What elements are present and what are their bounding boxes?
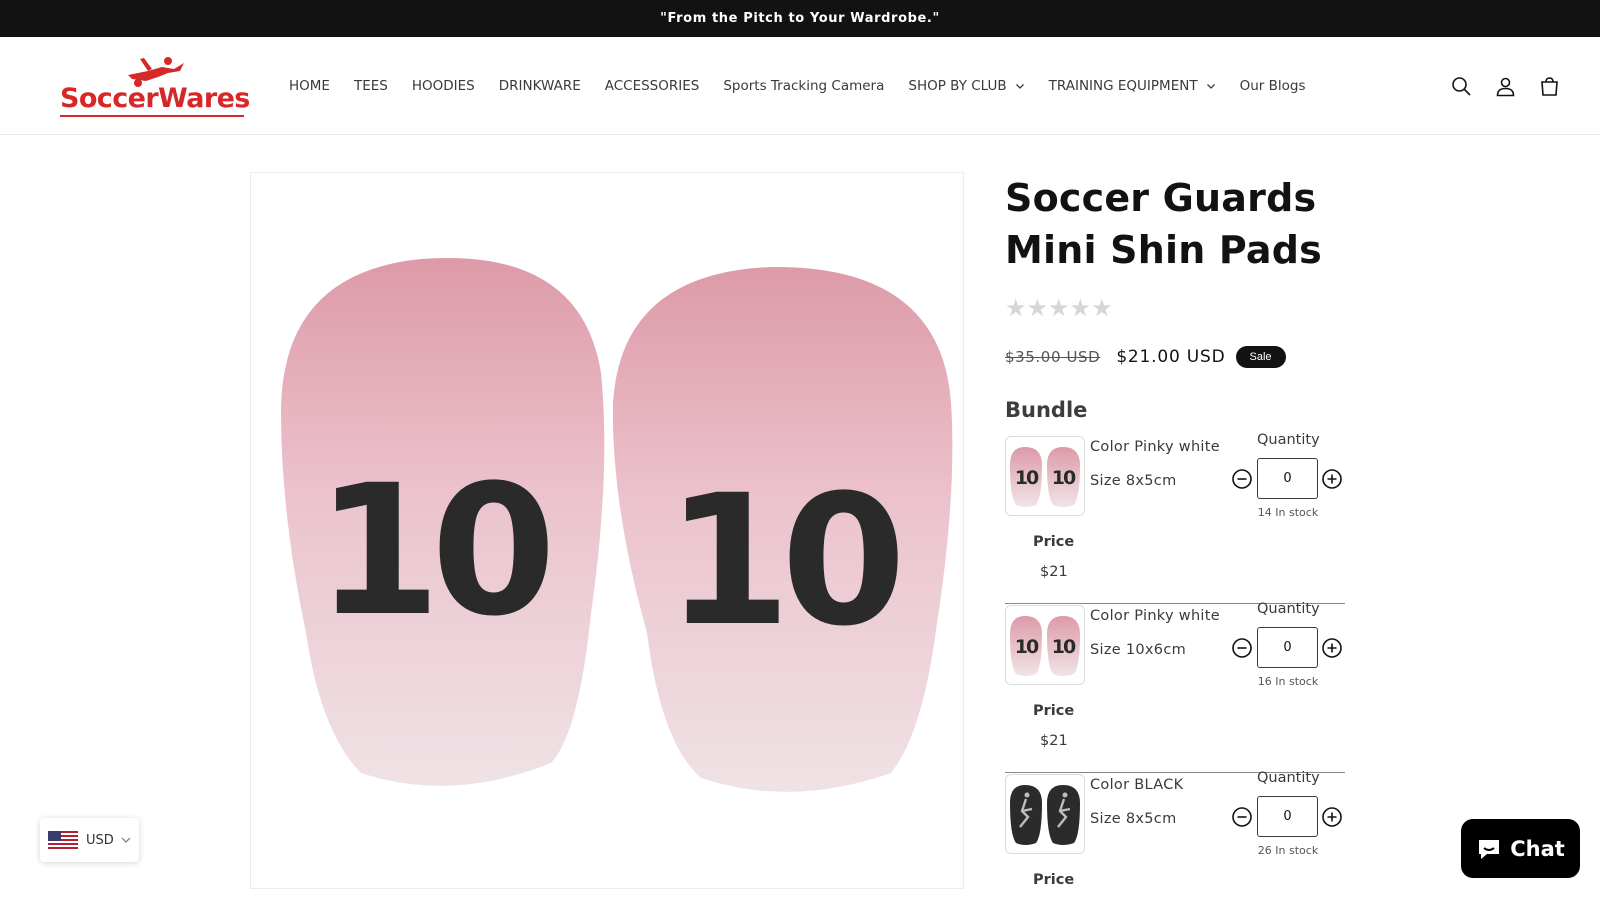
chevron-down-icon — [1015, 84, 1024, 89]
bundle-color: Color BLACK — [1090, 777, 1184, 793]
nav-item-shop-by-club[interactable]: SHOP BY CLUB — [908, 78, 1024, 94]
nav-item-label: DRINKWARE — [498, 78, 581, 94]
quantity-input[interactable] — [1257, 627, 1318, 668]
chevron-down-icon — [1206, 84, 1215, 89]
currency-code: USD — [86, 832, 114, 848]
nav-item-label: ACCESSORIES — [604, 78, 700, 94]
nav-item-accessories[interactable]: ACCESSORIES — [605, 78, 700, 94]
search-icon[interactable] — [1450, 75, 1472, 97]
quantity-input[interactable] — [1257, 796, 1318, 837]
logo-text: SoccerWares — [60, 83, 250, 114]
bundle-price: $21 — [1040, 733, 1068, 749]
sale-badge: Sale — [1235, 346, 1286, 368]
rating-stars[interactable]: ★★★★★ — [1005, 294, 1345, 324]
chat-bubble-icon — [1479, 839, 1500, 859]
nav-item-our-blogs[interactable]: Our Blogs — [1240, 78, 1306, 94]
nav-item-label: HOME — [289, 78, 330, 94]
nav-item-label: TRAINING EQUIPMENT — [1048, 78, 1198, 94]
bundle-item: 10 10 Color Pinky white Size 10x6cm Quan… — [1005, 601, 1345, 773]
stock-count: 26 In stock — [1257, 844, 1319, 857]
site-header: SoccerWares HOME TEES HOODIES DRINKWARE … — [0, 37, 1600, 135]
shin-pad-right-number: 10 — [666, 457, 898, 666]
thumbnail-number: 10 — [1052, 636, 1076, 658]
stock-count: 16 In stock — [1257, 675, 1319, 688]
price-original: $35.00 USD — [1005, 348, 1101, 366]
quantity-input[interactable] — [1257, 458, 1318, 499]
price-label: Price — [1033, 534, 1075, 550]
minus-circle-icon[interactable] — [1231, 468, 1253, 490]
bundle-thumbnail — [1005, 774, 1085, 854]
shin-pads-image: 10 10 — [281, 257, 953, 792]
cart-icon[interactable] — [1538, 75, 1560, 97]
bundle-color: Color Pinky white — [1090, 439, 1220, 455]
stock-count: 14 In stock — [1257, 506, 1319, 519]
bundle-thumbnail: 10 10 — [1005, 436, 1085, 516]
nav-item-label: TEES — [353, 78, 388, 94]
nav-item-home[interactable]: HOME — [289, 78, 330, 94]
plus-circle-icon[interactable] — [1321, 806, 1343, 828]
thumbnail-number: 10 — [1015, 636, 1039, 658]
plus-circle-icon[interactable] — [1321, 637, 1343, 659]
nav-item-drinkware[interactable]: DRINKWARE — [499, 78, 581, 94]
price-label: Price — [1033, 872, 1075, 888]
nav-item-label: SHOP BY CLUB — [908, 78, 1007, 94]
chat-label: Chat — [1510, 836, 1565, 861]
star-icon: ★ — [1091, 295, 1113, 322]
announcement-text: "From the Pitch to Your Wardrobe." — [660, 11, 940, 26]
star-icon: ★ — [1026, 295, 1049, 322]
plus-circle-icon[interactable] — [1321, 468, 1343, 490]
site-logo[interactable]: SoccerWares — [58, 55, 250, 117]
account-icon[interactable] — [1494, 75, 1516, 97]
announcement-bar: "From the Pitch to Your Wardrobe." — [0, 0, 1600, 37]
price-row: $35.00 USD $21.00 USD Sale — [1005, 342, 1345, 372]
price-label: Price — [1033, 703, 1075, 719]
minus-circle-icon[interactable] — [1231, 637, 1253, 659]
product-info: Soccer Guards Mini Shin Pads ★★★★★ $35.0… — [1005, 172, 1345, 888]
product-title: Soccer Guards Mini Shin Pads — [1005, 176, 1322, 272]
bundle-size: Size 8x5cm — [1090, 473, 1177, 489]
bundle-size: Size 10x6cm — [1090, 642, 1187, 658]
currency-selector[interactable]: USD — [40, 818, 139, 862]
bundle-thumbnail: 10 10 — [1005, 605, 1085, 685]
nav-item-sports-tracking-camera[interactable]: Sports Tracking Camera — [723, 78, 884, 94]
nav-item-label: Sports Tracking Camera — [723, 78, 885, 94]
thumbnail-number: 10 — [1052, 467, 1076, 489]
main-nav: HOME TEES HOODIES DRINKWARE ACCESSORIES … — [289, 37, 1329, 135]
nav-item-hoodies[interactable]: HOODIES — [412, 78, 475, 94]
product-image[interactable]: 10 10 — [250, 172, 964, 889]
logo-underline — [60, 115, 244, 117]
bundle-item: Color BLACK Size 8x5cm Quantity 26 In st… — [1005, 770, 1345, 900]
bundle-color: Color Pinky white — [1090, 608, 1220, 624]
shin-pad-left-number: 10 — [316, 447, 548, 656]
star-icon: ★ — [1048, 295, 1070, 322]
star-icon: ★ — [1069, 295, 1092, 322]
bundle-item: 10 10 Color Pinky white Size 8x5cm Quant… — [1005, 432, 1345, 604]
bundle-title: Bundle — [1005, 398, 1088, 422]
us-flag-icon — [48, 831, 78, 849]
price-sale: $21.00 USD — [1116, 347, 1226, 367]
nav-item-label: Our Blogs — [1239, 78, 1306, 94]
chat-button[interactable]: Chat — [1461, 819, 1580, 878]
quantity-label: Quantity — [1257, 432, 1320, 448]
star-icon: ★ — [1005, 295, 1027, 322]
nav-item-label: HOODIES — [411, 78, 475, 94]
nav-item-tees[interactable]: TEES — [354, 78, 388, 94]
header-actions — [1450, 37, 1560, 135]
quantity-label: Quantity — [1257, 601, 1320, 617]
bundle-price: $21 — [1040, 564, 1068, 580]
bundle-size: Size 8x5cm — [1090, 811, 1177, 827]
thumbnail-number: 10 — [1015, 467, 1039, 489]
nav-item-training-equipment[interactable]: TRAINING EQUIPMENT — [1049, 78, 1216, 94]
chevron-down-icon — [121, 837, 131, 843]
quantity-label: Quantity — [1257, 770, 1320, 786]
minus-circle-icon[interactable] — [1231, 806, 1253, 828]
